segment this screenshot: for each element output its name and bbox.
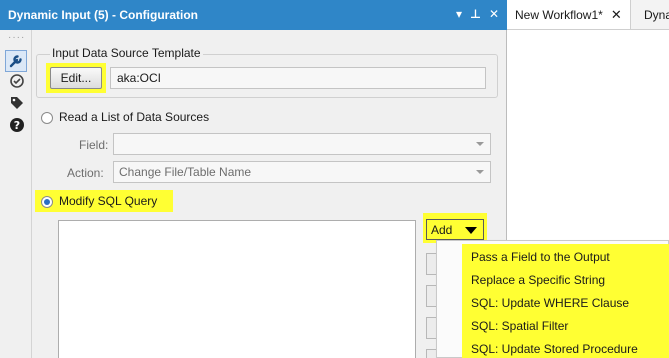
tab-new-workflow1[interactable]: New Workflow1* ✕ bbox=[507, 0, 631, 29]
template-value-field[interactable]: aka:OCI bbox=[110, 67, 486, 89]
modify-sql-label: Modify SQL Query bbox=[59, 194, 158, 208]
tag-icon[interactable] bbox=[8, 94, 26, 112]
svg-text:?: ? bbox=[14, 119, 20, 132]
close-panel-icon[interactable]: ✕ bbox=[489, 6, 499, 22]
edit-button[interactable]: Edit... bbox=[50, 67, 102, 89]
tab-dynamic[interactable]: Dynam bbox=[644, 8, 669, 22]
sql-modifications-list[interactable] bbox=[58, 220, 416, 358]
add-button-label: Add bbox=[431, 222, 453, 237]
configuration-panel: Dynamic Input (5) - Configuration ▾ ⊥ ✕ … bbox=[0, 0, 507, 358]
panel-menu-icon[interactable]: ▾ bbox=[456, 6, 462, 22]
template-group-title: Input Data Source Template bbox=[50, 46, 203, 60]
workflow-tab-bar: New Workflow1* ✕ Dynam bbox=[507, 0, 669, 30]
read-list-radio[interactable] bbox=[41, 112, 53, 124]
chevron-down-icon bbox=[476, 142, 484, 146]
menu-item-stored-procedure[interactable]: SQL: Update Stored Procedure bbox=[471, 340, 638, 358]
tab-label: New Workflow1* bbox=[515, 8, 603, 22]
action-label: Action: bbox=[67, 166, 104, 180]
edit-button-label: Edit... bbox=[60, 71, 92, 85]
field-select[interactable] bbox=[113, 133, 491, 155]
help-icon[interactable]: ? bbox=[8, 116, 26, 134]
chevron-down-icon bbox=[476, 170, 484, 174]
grip-dots: ···· bbox=[8, 32, 26, 43]
tool-icon[interactable] bbox=[8, 72, 26, 90]
read-list-label: Read a List of Data Sources bbox=[59, 110, 210, 124]
panel-titlebar: Dynamic Input (5) - Configuration ▾ ⊥ ✕ bbox=[0, 0, 507, 30]
action-select-value: Change File/Table Name bbox=[119, 165, 252, 179]
modify-sql-radio[interactable] bbox=[41, 196, 53, 208]
action-select[interactable]: Change File/Table Name bbox=[113, 161, 491, 183]
add-button[interactable]: Add bbox=[426, 219, 484, 240]
close-tab-icon[interactable]: ✕ bbox=[611, 7, 622, 23]
menu-item-replace-string[interactable]: Replace a Specific String bbox=[471, 271, 605, 289]
template-value: aka:OCI bbox=[117, 71, 162, 85]
menu-item-pass-field[interactable]: Pass a Field to the Output bbox=[471, 248, 610, 266]
wrench-icon[interactable] bbox=[5, 50, 27, 72]
dropdown-arrow-icon bbox=[465, 227, 477, 234]
pin-icon[interactable]: ⊥ bbox=[470, 6, 481, 22]
field-label: Field: bbox=[79, 138, 109, 152]
panel-title: Dynamic Input (5) - Configuration bbox=[8, 8, 198, 22]
menu-item-update-where[interactable]: SQL: Update WHERE Clause bbox=[471, 294, 629, 312]
tool-icon-strip: ···· ? bbox=[0, 30, 32, 358]
menu-item-spatial-filter[interactable]: SQL: Spatial Filter bbox=[471, 317, 568, 335]
